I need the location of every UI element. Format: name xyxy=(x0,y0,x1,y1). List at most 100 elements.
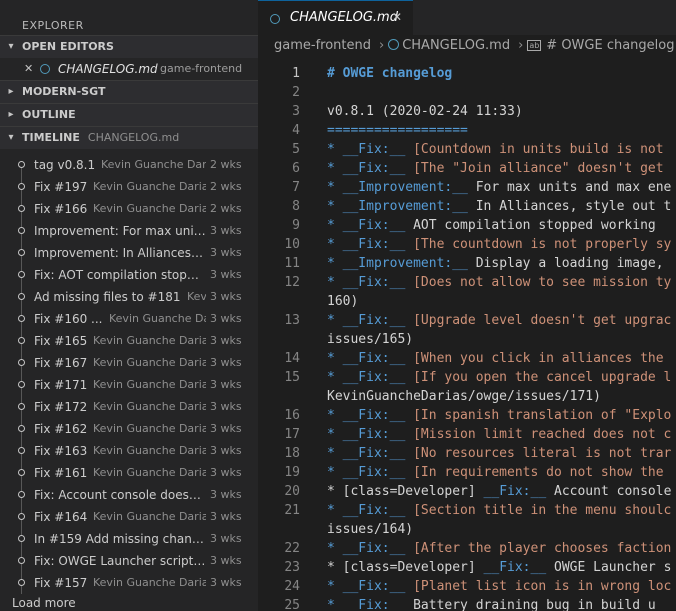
timeline-item[interactable]: Fix #157 Kevin Guanche Darias 3 wks xyxy=(0,572,258,594)
timeline-item[interactable]: Fix #172 Kevin Guanche Darias 3 wks xyxy=(0,396,258,418)
commit-icon xyxy=(18,425,25,432)
timeline-item[interactable]: Improvement: In Alliances, s... 3 wks xyxy=(0,242,258,264)
code-line[interactable]: # OWGE changelog xyxy=(327,66,452,81)
timeline-item-title: Ad missing files to #181 xyxy=(34,290,181,304)
timeline-item-author: Kevin Guanche Darias xyxy=(93,334,206,347)
code-line[interactable]: * __Improvement:__ For max units and max… xyxy=(327,180,671,195)
timeline-item[interactable]: Fix #164 Kevin Guanche Darias 3 wks xyxy=(0,506,258,528)
code-line[interactable]: * __Improvement:__ Display a loading ima… xyxy=(327,256,664,271)
timeline-item[interactable]: Improvement: For max units... 3 wks xyxy=(0,220,258,242)
code-token: * __Fix:__ xyxy=(327,142,414,157)
breadcrumb-file[interactable]: CHANGELOG.md xyxy=(402,38,510,53)
timeline-item[interactable]: Fix: AOT compilation stoppe... 3 wks xyxy=(0,264,258,286)
close-icon[interactable]: ✕ xyxy=(392,10,402,24)
code-line[interactable]: KevinGuancheDarias/owge/issues/171) xyxy=(327,389,601,404)
timeline-item[interactable]: Fix #160 ... Kevin Guanche Darias 3 wks xyxy=(0,308,258,330)
line-number: 7 xyxy=(292,180,300,195)
code-token: [After the player chooses faction xyxy=(413,541,672,556)
code-line[interactable]: * __Fix:__ [After the player chooses fac… xyxy=(327,541,671,556)
timeline-item[interactable]: Fix #162 Kevin Guanche Darias 3 wks xyxy=(0,418,258,440)
code-line[interactable]: v0.8.1 (2020-02-24 11:33) xyxy=(327,104,523,119)
code-token: [Countdown in units build is not xyxy=(413,142,664,157)
commit-icon xyxy=(18,535,25,542)
editor-area: CHANGELOG.md ✕ game-frontend › CHANGELOG.m… xyxy=(258,0,676,611)
explorer-title: EXPLORER xyxy=(22,19,84,32)
timeline-item-title: Fix #167 xyxy=(34,356,88,370)
timeline-item-age: 3 wks xyxy=(210,488,242,501)
timeline-item[interactable]: Fix #167 Kevin Guanche Darias 3 wks xyxy=(0,352,258,374)
timeline-item-age: 3 wks xyxy=(210,334,242,347)
code-token: ================== xyxy=(327,123,468,138)
code-token: * __Fix:__ xyxy=(327,446,414,461)
code-line[interactable]: ================== xyxy=(327,123,468,138)
code-line[interactable]: * __Fix:__ [Section title in the menu sh… xyxy=(327,503,671,518)
code-line[interactable]: issues/164) xyxy=(327,522,413,537)
code-line[interactable]: * __Improvement:__ In Alliances, style o… xyxy=(327,199,671,214)
timeline-item-age: 2 wks xyxy=(210,158,242,171)
open-editors-header[interactable]: ▾ OPEN EDITORS xyxy=(0,35,258,58)
load-more-link[interactable]: Load more xyxy=(12,596,76,610)
timeline-item[interactable]: Fix #197 Kevin Guanche Darias 2 wks xyxy=(0,176,258,198)
section-outline[interactable]: ▸ OUTLINE xyxy=(0,103,258,126)
timeline-item[interactable]: Fix: OWGE Launcher script f... 3 wks xyxy=(0,550,258,572)
markdown-file-icon xyxy=(270,14,280,24)
breadcrumb-symbol[interactable]: # OWGE changelog xyxy=(546,38,674,53)
code-line[interactable]: issues/165) xyxy=(327,332,413,347)
commit-icon xyxy=(18,557,25,564)
code-line[interactable]: * __Fix:__ [Does not allow to see missio… xyxy=(327,275,671,290)
code-token: * __Fix:__ xyxy=(327,313,414,328)
timeline-item-title: Fix #171 xyxy=(34,378,88,392)
timeline-item-author: Kevin Guanche Darias xyxy=(93,576,206,589)
timeline-item[interactable]: Fix #165 Kevin Guanche Darias 3 wks xyxy=(0,330,258,352)
timeline-item-age: 3 wks xyxy=(210,444,242,457)
code-line[interactable]: * __Fix:__ [Upgrade level doesn't get up… xyxy=(327,313,671,328)
code-line[interactable]: * __Fix:__ [In requirements do not show … xyxy=(327,465,664,480)
code-line[interactable]: * __Fix:__ [If you open the cancel upgra… xyxy=(327,370,671,385)
code-line[interactable]: * __Fix:__ [When you click in alliances … xyxy=(327,351,664,366)
code-token: AOT compilation stopped working xyxy=(413,218,656,233)
timeline-header[interactable]: ▾ TIMELINE CHANGELOG.md xyxy=(0,126,258,149)
code-token: issues/164) xyxy=(327,522,414,537)
code-line[interactable]: * __Fix:__ [Mission limit reached does n… xyxy=(327,427,671,442)
code-token: * __Improvement:__ xyxy=(327,180,476,195)
open-editor-item[interactable]: ✕ CHANGELOG.md game-frontend xyxy=(0,58,258,80)
code-line[interactable]: * __Fix:__ [The "Join alliance" doesn't … xyxy=(327,161,664,176)
code-token: 160) xyxy=(327,294,359,309)
timeline-item-title: Fix #197 xyxy=(34,180,88,194)
code-line[interactable]: * __Fix:__ Battery draining bug in build… xyxy=(327,598,656,611)
breadcrumb: game-frontend › CHANGELOG.md › ab # OWGE chan… xyxy=(258,35,676,57)
timeline-item[interactable]: Fix #166 Kevin Guanche Darias 2 wks xyxy=(0,198,258,220)
timeline-item[interactable]: Fix: Account console doesn't... 3 wks xyxy=(0,484,258,506)
timeline-item-author: Kevin Guanche Darias xyxy=(93,202,206,215)
markdown-file-icon xyxy=(388,39,400,50)
breadcrumb-folder[interactable]: game-frontend xyxy=(274,38,371,53)
line-number: 19 xyxy=(284,465,300,480)
timeline-item[interactable]: In #159 Add missing chang... 3 wks xyxy=(0,528,258,550)
code-token: * __Fix:__ xyxy=(327,598,414,611)
timeline-item[interactable]: Fix #161 Kevin Guanche Darias 3 wks xyxy=(0,462,258,484)
code-line[interactable]: 160) xyxy=(327,294,358,309)
close-icon[interactable]: ✕ xyxy=(24,58,33,80)
timeline-item[interactable]: tag v0.8.1 Kevin Guanche Dar... 2 wks xyxy=(0,154,258,176)
timeline-item[interactable]: Fix #163 Kevin Guanche Darias 3 wks xyxy=(0,440,258,462)
timeline-item[interactable]: Fix #171 Kevin Guanche Darias 3 wks xyxy=(0,374,258,396)
code-line[interactable]: * __Fix:__ [No resources literal is not … xyxy=(327,446,671,461)
chevron-right-icon: › xyxy=(379,38,385,53)
code-line[interactable]: * __Fix:__ [The countdown is not properl… xyxy=(327,237,671,252)
line-number: 4 xyxy=(292,123,300,138)
code-line[interactable]: * __Fix:__ [Planet list icon is in wrong… xyxy=(327,579,671,594)
code-token: In Alliances, style out t xyxy=(475,199,672,214)
code-token: [The countdown is not properly sy xyxy=(413,237,672,252)
tab-changelog[interactable]: CHANGELOG.md ✕ xyxy=(258,0,413,35)
section-modern-sgt[interactable]: ▸ MODERN-SGT xyxy=(0,80,258,103)
code-line[interactable]: * __Fix:__ AOT compilation stopped worki… xyxy=(327,218,656,233)
code-line[interactable]: * [class=Developer] __Fix:__ Account con… xyxy=(327,484,671,499)
line-number: 13 xyxy=(284,313,300,328)
timeline-item[interactable]: Ad missing files to #181 Kevin ... 3 wks xyxy=(0,286,258,308)
code-line[interactable]: * __Fix:__ [In spanish translation of "E… xyxy=(327,408,671,423)
timeline-item-title: Fix #157 xyxy=(34,576,88,590)
line-number: 25 xyxy=(284,598,300,611)
code-line[interactable]: * __Fix:__ [Countdown in units build is … xyxy=(327,142,664,157)
code-token: [Planet list icon is in wrong loc xyxy=(413,579,672,594)
code-line[interactable]: * [class=Developer] __Fix:__ OWGE Launch… xyxy=(327,560,671,575)
